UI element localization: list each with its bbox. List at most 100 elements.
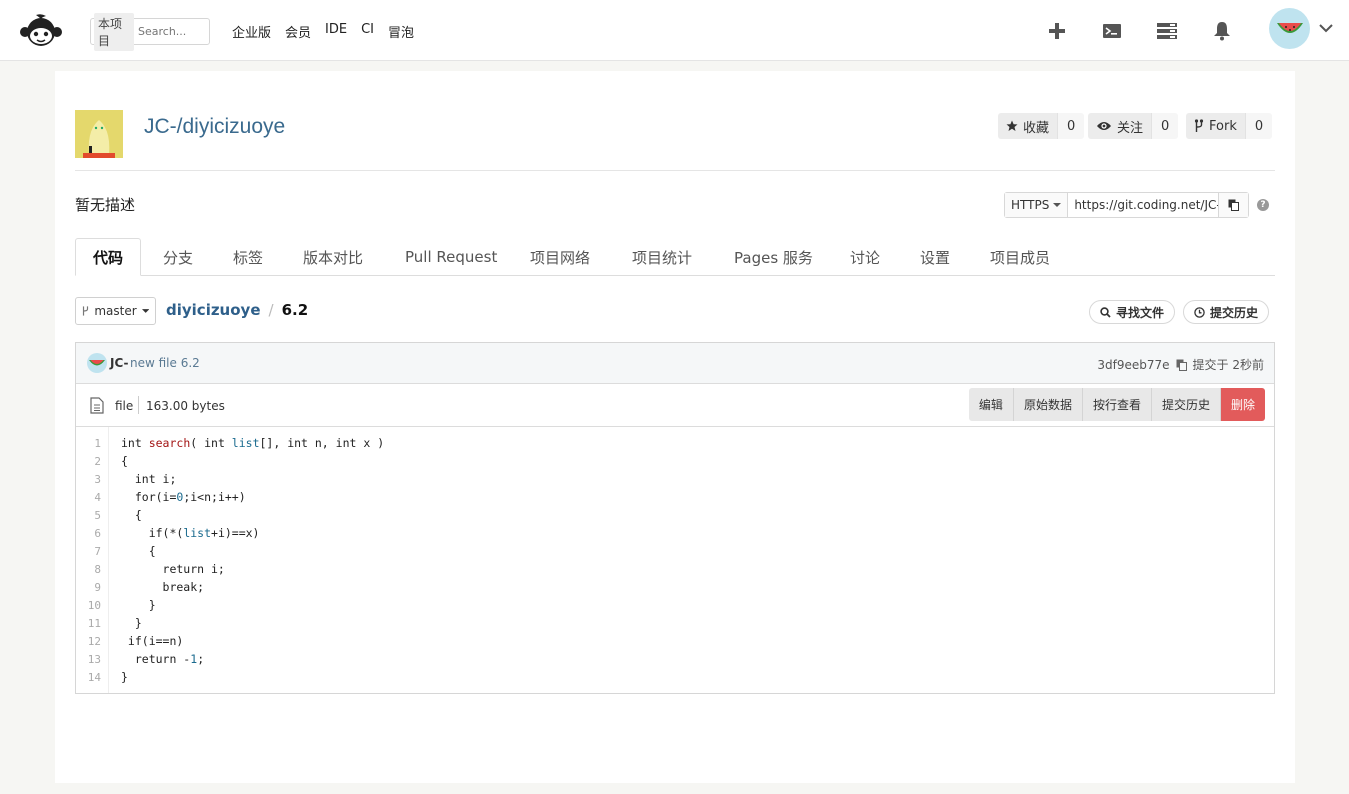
- project-card: JC-/diyicizuoye 收藏 0 关注 0 Fork 0 暂无描述 HT…: [55, 71, 1295, 783]
- clone-protocol-label: HTTPS: [1011, 198, 1050, 212]
- tab-stats[interactable]: 项目统计: [632, 238, 692, 276]
- commit-meta: 3df9eeb77e 提交于 2秒前: [1097, 356, 1264, 373]
- delete-button[interactable]: 删除: [1220, 388, 1265, 421]
- fork-count[interactable]: 0: [1244, 113, 1273, 139]
- commit-author-avatar[interactable]: [87, 353, 107, 373]
- tab-pull-request[interactable]: Pull Request: [405, 238, 497, 276]
- top-icons: [1029, 17, 1249, 45]
- commit-author[interactable]: JC-: [110, 356, 129, 370]
- tab-branches[interactable]: 分支: [163, 238, 193, 276]
- chevron-down-icon[interactable]: [1318, 22, 1334, 34]
- code-line: 14}: [76, 668, 1274, 686]
- nav-member[interactable]: 会员: [285, 22, 311, 41]
- copy-icon: [1228, 199, 1240, 211]
- line-number[interactable]: 7: [76, 545, 101, 558]
- commit-time: 提交于 2秒前: [1192, 358, 1264, 372]
- caret-down-icon: [141, 309, 149, 313]
- code-text: }: [121, 670, 128, 684]
- code-block: 1 int search( int list[], int n, int x ) 2…: [76, 427, 1274, 693]
- user-avatar[interactable]: [1269, 8, 1310, 49]
- watch-count[interactable]: 0: [1151, 113, 1179, 139]
- tab-compare[interactable]: 版本对比: [303, 238, 363, 276]
- star-group[interactable]: 收藏 0: [998, 113, 1085, 139]
- code-text: return i;: [121, 562, 225, 576]
- line-number[interactable]: 4: [76, 491, 101, 504]
- line-number[interactable]: 10: [76, 599, 101, 612]
- line-number[interactable]: 14: [76, 671, 101, 684]
- nav-ci[interactable]: CI: [361, 22, 374, 41]
- file-info-bar: file 163.00 bytes 编辑 原始数据 按行查看 提交历史 删除: [76, 384, 1274, 427]
- code-line: 4 for(i=0;i<n;i++): [76, 488, 1274, 506]
- fork-button[interactable]: Fork: [1186, 113, 1245, 139]
- line-number[interactable]: 12: [76, 635, 101, 648]
- coding-monkey-logo[interactable]: [18, 13, 64, 49]
- tab-settings[interactable]: 设置: [920, 238, 950, 276]
- raw-button[interactable]: 原始数据: [1013, 388, 1083, 421]
- line-number[interactable]: 1: [76, 437, 101, 450]
- find-file-button[interactable]: 寻找文件: [1089, 300, 1176, 324]
- file-actions: 编辑 原始数据 按行查看 提交历史 删除: [968, 388, 1265, 421]
- nav-bubble[interactable]: 冒泡: [388, 22, 414, 41]
- project-title[interactable]: JC-/diyicizuoye: [144, 115, 285, 139]
- line-number[interactable]: 3: [76, 473, 101, 486]
- code-line: 9 break;: [76, 578, 1274, 596]
- code-text: int search( int list[], int n, int x ): [121, 436, 385, 450]
- line-number[interactable]: 11: [76, 617, 101, 630]
- search-scope[interactable]: 本项目: [94, 12, 134, 51]
- edit-button[interactable]: 编辑: [968, 388, 1014, 421]
- header-divider: [75, 170, 1275, 171]
- tab-code[interactable]: 代码: [75, 238, 142, 276]
- plus-icon[interactable]: [1029, 17, 1084, 45]
- project-avatar[interactable]: [75, 110, 123, 158]
- star-icon: [1006, 120, 1018, 131]
- star-count[interactable]: 0: [1057, 113, 1085, 139]
- file-history-button[interactable]: 提交历史: [1151, 388, 1221, 421]
- breadcrumb-repo[interactable]: diyicizuoye: [166, 301, 261, 319]
- help-icon[interactable]: ?: [1257, 199, 1269, 211]
- project-tabs: 代码 分支 标签 版本对比 Pull Request 项目网络 项目统计 Pag…: [75, 238, 1275, 276]
- fork-group[interactable]: Fork 0: [1186, 113, 1273, 139]
- code-text: break;: [121, 580, 205, 594]
- tab-network[interactable]: 项目网络: [530, 238, 590, 276]
- bell-icon[interactable]: [1194, 17, 1249, 45]
- terminal-icon[interactable]: [1084, 17, 1139, 45]
- search-input[interactable]: [138, 25, 206, 38]
- code-text: for(i=0;i<n;i++): [121, 490, 246, 504]
- blame-button[interactable]: 按行查看: [1082, 388, 1152, 421]
- code-text: if(i==n): [121, 634, 184, 648]
- branch-select[interactable]: master: [75, 297, 156, 325]
- star-button[interactable]: 收藏: [998, 113, 1058, 139]
- tab-discussion[interactable]: 讨论: [850, 238, 880, 276]
- code-line: 6 if(*(list+i)==x): [76, 524, 1274, 542]
- code-text: int i;: [121, 472, 177, 486]
- copy-icon[interactable]: [1176, 359, 1187, 371]
- copy-url-button[interactable]: [1218, 193, 1249, 217]
- nav-enterprise[interactable]: 企业版: [232, 22, 271, 41]
- clone-protocol-select[interactable]: HTTPS: [1005, 193, 1069, 217]
- watch-group[interactable]: 关注 0: [1088, 113, 1179, 139]
- history-button[interactable]: 提交历史: [1183, 300, 1270, 324]
- star-label: 收藏: [1023, 120, 1050, 136]
- line-number[interactable]: 5: [76, 509, 101, 522]
- nav-ide[interactable]: IDE: [325, 22, 347, 41]
- line-number[interactable]: 8: [76, 563, 101, 576]
- breadcrumb-file: 6.2: [281, 301, 309, 319]
- code-text: }: [121, 598, 156, 612]
- clone-url-box[interactable]: HTTPS https://git.coding.net/JC-/diyiciz…: [1004, 192, 1250, 218]
- tab-tags[interactable]: 标签: [233, 238, 263, 276]
- server-icon[interactable]: [1139, 17, 1194, 45]
- line-number[interactable]: 2: [76, 455, 101, 468]
- line-number[interactable]: 9: [76, 581, 101, 594]
- search-box[interactable]: 本项目: [90, 12, 210, 51]
- tab-members[interactable]: 项目成员: [990, 238, 1050, 276]
- commit-hash[interactable]: 3df9eeb77e: [1097, 358, 1169, 372]
- line-number[interactable]: 13: [76, 653, 101, 666]
- breadcrumb: diyicizuoye / 6.2: [166, 301, 308, 319]
- watch-button[interactable]: 关注: [1088, 113, 1152, 139]
- clone-url-input[interactable]: https://git.coding.net/JC-/diyicizuoye.g…: [1068, 193, 1218, 217]
- history-label: 提交历史: [1210, 305, 1259, 320]
- info-divider: [138, 396, 139, 414]
- commit-message[interactable]: new file 6.2: [130, 356, 200, 370]
- line-number[interactable]: 6: [76, 527, 101, 540]
- tab-pages[interactable]: Pages 服务: [734, 238, 813, 276]
